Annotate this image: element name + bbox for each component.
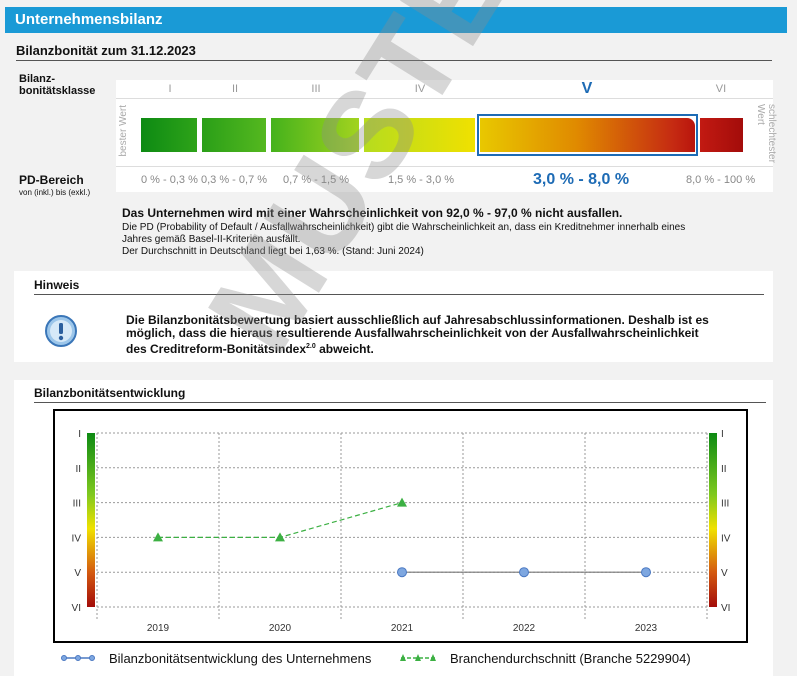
y-tick-left: III: [73, 499, 81, 510]
rating-bar-vi: [700, 118, 743, 152]
y-tick-right: VI: [721, 603, 730, 614]
company-data-point: [641, 567, 651, 578]
class-label: Bilanz- bonitätsklasse: [19, 73, 96, 97]
class-label-i: I: [168, 83, 172, 95]
x-tick-label: 2023: [635, 623, 658, 634]
divider: [34, 294, 764, 295]
x-tick-label: 2020: [269, 623, 292, 634]
rating-bar-i: [141, 118, 197, 152]
y-tick-left: IV: [72, 533, 82, 544]
info-icon: [45, 315, 77, 347]
pd-explanation-1: Die PD (Probability of Default / Ausfall…: [122, 222, 686, 233]
y-tick-left: VI: [72, 603, 81, 614]
pd-range-i: 0 % - 0,3 %: [141, 174, 198, 186]
legend-industry-icon: [400, 654, 436, 661]
y-tick-right: I: [721, 429, 724, 440]
section-header: Unternehmensbilanz: [5, 7, 787, 33]
divider: [116, 98, 773, 99]
y-tick-right: II: [721, 464, 727, 475]
pd-range-vi: 8,0 % - 100 %: [686, 174, 756, 186]
company-data-point: [397, 567, 407, 578]
y-tick-right: V: [721, 568, 728, 579]
class-label-ii: II: [231, 83, 239, 95]
class-label-iii: III: [311, 83, 321, 95]
worst-value-label: schlechtester Wert: [755, 104, 777, 163]
x-tick-label: 2019: [147, 623, 170, 634]
pd-label: PD-Bereich: [19, 173, 84, 187]
pd-range-iv: 1,5 % - 3,0 %: [388, 174, 455, 186]
y-tick-left: V: [74, 568, 81, 579]
pd-range-ii: 0,3 % - 0,7 %: [201, 174, 268, 186]
development-chart: I I II II III III IV IV V V VI VI 2019 2020 2021 2022 20…: [53, 409, 748, 643]
y-tick-left: II: [75, 464, 81, 475]
x-tick-label: 2021: [391, 623, 414, 634]
class-label-iv: IV: [414, 83, 426, 95]
rating-bar-ii: [202, 118, 266, 152]
germany-average: Der Durchschnitt in Deutschland liegt be…: [122, 246, 424, 257]
legend-industry: Branchendurchschnitt (Branche 5229904): [450, 651, 691, 666]
pd-range-iii: 0,7 % - 1,5 %: [283, 174, 350, 186]
legend-company: Bilanzbonitätsentwicklung des Unternehme…: [109, 651, 372, 666]
y-tick-right: III: [721, 499, 729, 510]
class-label-v-active: V: [581, 80, 593, 97]
y-tick-right: IV: [721, 533, 731, 544]
pd-range-v-active: 3,0 % - 8,0 %: [533, 171, 630, 188]
chart-svg: I III IIIII IIIIV IVV VVI VI2019 2020 2021 2022 20…: [72, 429, 731, 634]
y-tick-left: I: [78, 429, 81, 440]
hint-text: Die Bilanzbonitätsbewertung basiert auss…: [126, 313, 709, 356]
rating-bar-iv: [364, 118, 475, 152]
divider: [116, 166, 773, 167]
industry-data-point: [275, 532, 285, 542]
pd-explanation-2: Jahres gemäß Basel-II-Kriterien ausfällt…: [122, 234, 301, 245]
rating-title: Bilanzbonität zum 31.12.2023: [16, 43, 196, 58]
x-tick-label: 2022: [513, 623, 536, 634]
left-scale-bar: [87, 433, 95, 607]
industry-series-line: [158, 502, 403, 539]
company-data-point: [519, 567, 529, 578]
best-value-label: bester Wert: [118, 105, 129, 157]
rating-bar-iii: [271, 118, 359, 152]
pd-sublabel: von (inkl.) bis (exkl.): [19, 188, 91, 197]
divider: [34, 402, 766, 403]
default-statement: Das Unternehmen wird mit einer Wahrschei…: [122, 206, 623, 220]
right-scale-bar: [709, 433, 717, 607]
class-label-vi: VI: [715, 83, 727, 95]
legend-company-icon: [61, 655, 95, 661]
active-class-frame: [477, 114, 698, 156]
hint-title: Hinweis: [34, 278, 80, 292]
divider: [16, 60, 772, 61]
development-title: Bilanzbonitätsentwicklung: [34, 386, 186, 400]
